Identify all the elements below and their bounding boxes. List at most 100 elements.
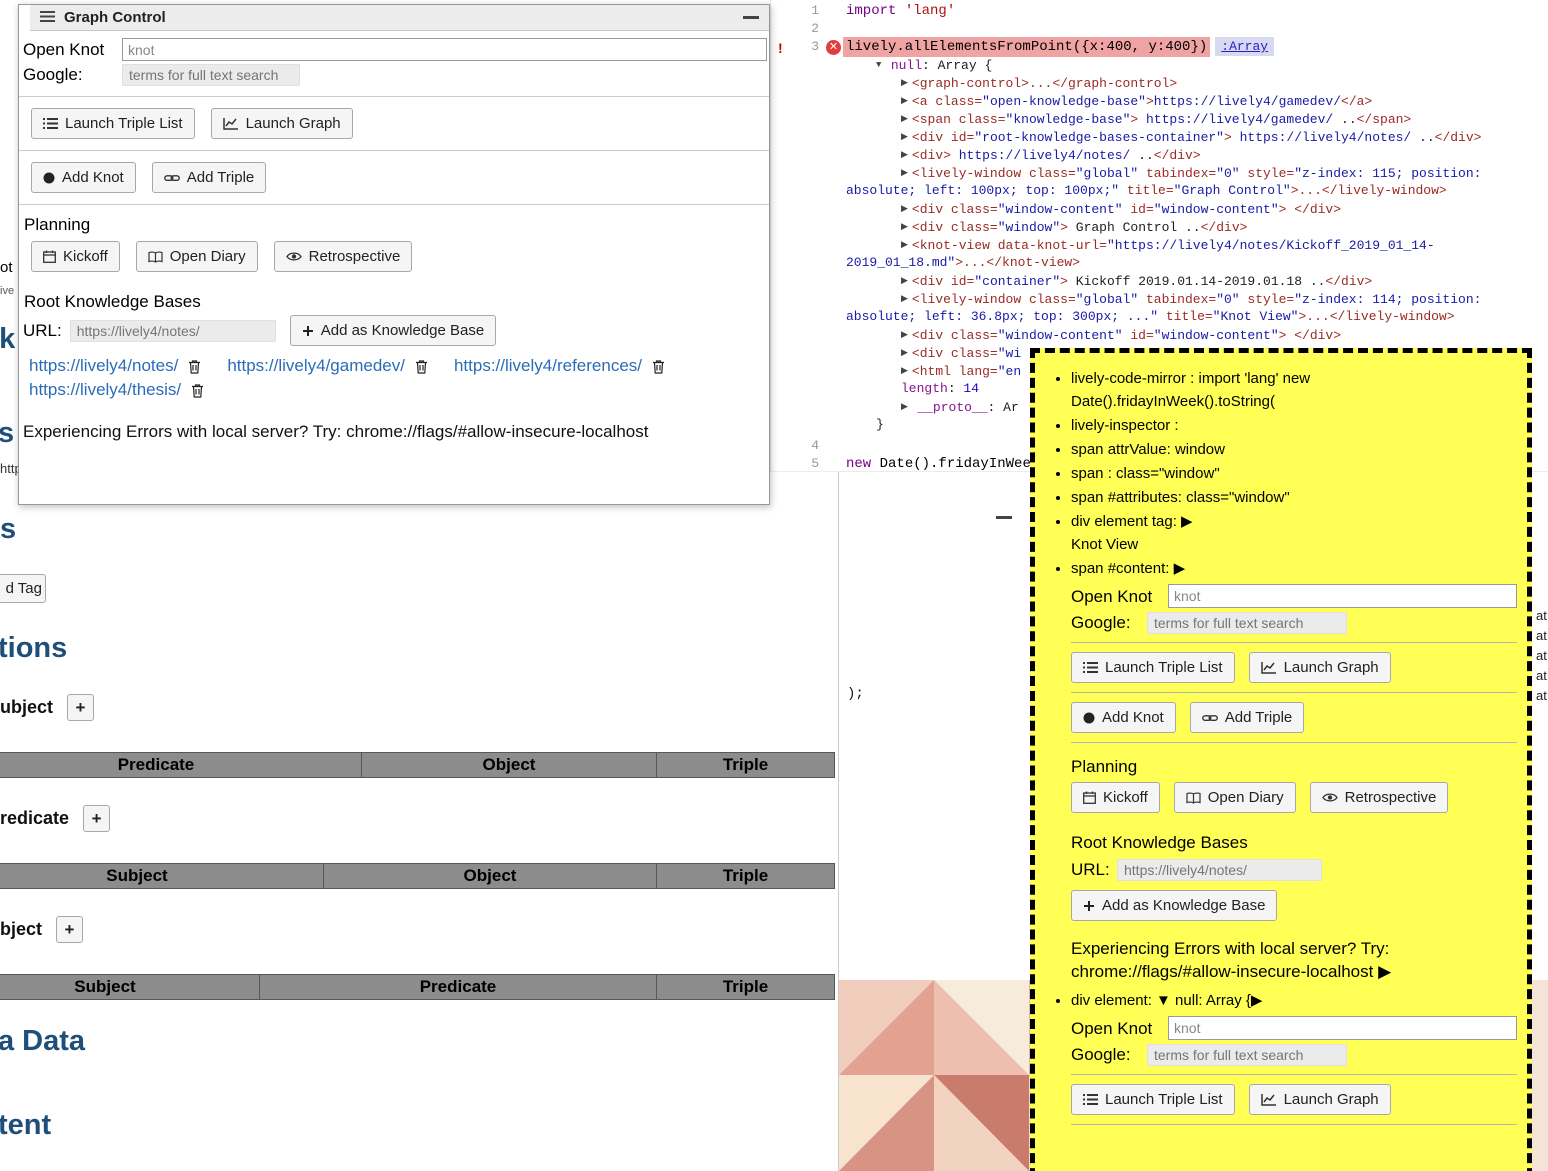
overlay-item[interactable]: div element tag: ▶ Knot View	[1071, 510, 1517, 556]
knowledge-base-link[interactable]: https://lively4/references/	[454, 356, 642, 376]
overlay-item[interactable]: span attrValue: window	[1071, 438, 1517, 461]
knowledge-base-link[interactable]: https://lively4/notes/	[29, 356, 178, 376]
calendar-icon	[43, 250, 56, 263]
code-line-3[interactable]: lively.allElementsFromPoint({x:400, y:40…	[846, 39, 1274, 55]
window-minimize-icon[interactable]	[996, 516, 1012, 519]
table-header-cell: Triple	[656, 974, 835, 1000]
knowledge-base-list: https://lively4/notes/ https://lively4/g…	[29, 356, 767, 400]
open-knot-input[interactable]	[1168, 1016, 1517, 1040]
code-line-1[interactable]: import 'lang'	[846, 3, 955, 19]
inspector-row[interactable]: ▶<div id="container"> Kickoff 2019.01.14…	[846, 272, 1544, 290]
graph-control-body: Open Knot Google: Launch Triple List Lau…	[19, 31, 769, 504]
inspector-row[interactable]: ▶<lively-window class="global" tabindex=…	[846, 290, 1544, 308]
clipped-text-fragment: at	[1536, 688, 1547, 703]
open-knot-input[interactable]	[122, 38, 767, 61]
table-header-cell: Predicate	[0, 752, 362, 778]
inspector-row[interactable]: ▶<graph-control>...</graph-control>	[846, 74, 1544, 92]
inspector-row[interactable]: ▶<knot-view data-knot-url="https://livel…	[846, 236, 1544, 254]
inspector-row[interactable]: ▶<div class="window-content" id="window-…	[846, 326, 1544, 344]
open-diary-button[interactable]: Open Diary	[1174, 782, 1296, 813]
overlay-item[interactable]: span #content: ▶ Open Knot Google: Launc…	[1071, 557, 1517, 983]
trash-icon[interactable]	[191, 383, 204, 398]
inspector-row[interactable]: ▼ null: Array {	[846, 56, 1544, 74]
overlay-item[interactable]: div element: ▼ null: Array {▶ Open Knot …	[1071, 989, 1517, 1125]
list-icon	[1083, 1093, 1098, 1106]
inspector-row[interactable]: ▶<div class="window"> Graph Control ..</…	[846, 218, 1544, 236]
chart-icon	[223, 117, 239, 130]
overlay-item[interactable]: span #attributes: class="window"	[1071, 486, 1517, 509]
predicate-object-table: Predicate Object Triple	[0, 752, 837, 778]
window-titlebar[interactable]: Graph Control	[30, 5, 769, 31]
google-search-input[interactable]	[122, 64, 300, 86]
meta-data-heading-fragment: a Data	[0, 1025, 85, 1058]
retrospective-button[interactable]: Retrospective	[1310, 782, 1449, 813]
inspector-row[interactable]: ▶<div> https://lively4/notes/ ..</div>	[846, 146, 1544, 164]
add-subject-button[interactable]: +	[67, 694, 94, 721]
launch-graph-button[interactable]: Launch Graph	[1249, 652, 1391, 683]
add-object-button[interactable]: +	[56, 916, 83, 943]
overlay-item-continuation: Knot View	[1071, 536, 1138, 553]
knowledge-base-link[interactable]: https://lively4/gamedev/	[227, 356, 405, 376]
local-server-hint: Experiencing Errors with local server? T…	[1071, 937, 1517, 983]
add-subject-row: ubject +	[0, 694, 94, 721]
trash-icon[interactable]	[188, 359, 201, 374]
knowledge-base-item: https://lively4/references/	[454, 356, 665, 376]
inspector-row[interactable]: 2019_01_18.md">...</knot-view>	[846, 254, 1544, 272]
add-knowledge-base-button[interactable]: Add as Knowledge Base	[290, 315, 496, 346]
divider	[1071, 692, 1517, 693]
knowledge-base-link[interactable]: https://lively4/thesis/	[29, 380, 181, 400]
eye-icon	[286, 251, 302, 262]
url-input[interactable]	[1117, 859, 1322, 881]
overlay-item[interactable]: lively-inspector :	[1071, 414, 1517, 437]
clipped-text-fragment: ive	[0, 285, 14, 297]
plus-icon	[1083, 900, 1095, 912]
inspector-row[interactable]: absolute; left: 36.8px; top: 300px; ..."…	[846, 308, 1544, 326]
launch-triple-list-button[interactable]: Launch Triple List	[1071, 1084, 1235, 1115]
overlay-item[interactable]: lively-code-mirror : import 'lang' new D…	[1071, 367, 1517, 413]
highlighted-code: lively.allElementsFromPoint({x:400, y:40…	[843, 37, 1210, 57]
window-menu-icon[interactable]	[40, 9, 55, 27]
open-diary-button[interactable]: Open Diary	[136, 241, 258, 272]
overlay-item[interactable]: span : class="window"	[1071, 462, 1517, 485]
add-knowledge-base-button[interactable]: Add as Knowledge Base	[1071, 890, 1277, 921]
link-icon	[164, 173, 180, 183]
object-label-fragment: bject	[0, 919, 42, 940]
result-type-chip[interactable]: :Array	[1215, 37, 1274, 56]
eye-icon	[1322, 792, 1338, 803]
add-knot-button[interactable]: Add Knot	[1071, 702, 1176, 733]
inspector-row[interactable]: ▶<lively-window class="global" tabindex=…	[846, 164, 1544, 182]
trash-icon[interactable]	[415, 359, 428, 374]
clipped-text-fragment: at	[1536, 648, 1547, 663]
google-search-input[interactable]	[1147, 612, 1347, 634]
subject-label-fragment: ubject	[0, 697, 53, 718]
subject-predicate-table: Subject Predicate Triple	[0, 974, 837, 1000]
window-minimize-icon[interactable]	[743, 16, 759, 19]
kickoff-button[interactable]: Kickoff	[31, 241, 120, 272]
add-tag-button[interactable]: d Tag	[0, 574, 46, 603]
add-triple-button[interactable]: Add Triple	[152, 162, 267, 193]
kickoff-button[interactable]: Kickoff	[1071, 782, 1160, 813]
open-knot-input[interactable]	[1168, 584, 1517, 608]
launch-graph-button[interactable]: Launch Graph	[211, 108, 353, 139]
trash-icon[interactable]	[652, 359, 665, 374]
inspector-row[interactable]: ▶<span class="knowledge-base"> https://l…	[846, 110, 1544, 128]
inspector-row[interactable]: absolute; left: 100px; top: 100px;" titl…	[846, 182, 1544, 200]
launch-triple-list-button[interactable]: Launch Triple List	[31, 108, 195, 139]
add-predicate-row: redicate +	[0, 805, 110, 832]
url-input[interactable]	[70, 320, 276, 342]
launch-triple-list-button[interactable]: Launch Triple List	[1071, 652, 1235, 683]
add-knot-button[interactable]: Add Knot	[31, 162, 136, 193]
add-triple-button[interactable]: Add Triple	[1190, 702, 1305, 733]
google-search-input[interactable]	[1147, 1044, 1347, 1066]
inspector-row[interactable]: ▶<div id="root-knowledge-bases-container…	[846, 128, 1544, 146]
divider	[1071, 1074, 1517, 1075]
inspector-row[interactable]: ▶<div class="window-content" id="window-…	[846, 200, 1544, 218]
launch-graph-button[interactable]: Launch Graph	[1249, 1084, 1391, 1115]
line-number: 1	[771, 3, 819, 18]
open-knot-label: Open Knot	[1071, 1017, 1168, 1040]
url-row: URL: Add as Knowledge Base	[23, 315, 767, 346]
add-predicate-button[interactable]: +	[83, 805, 110, 832]
table-header-cell: Triple	[656, 863, 835, 889]
inspector-row[interactable]: ▶<a class="open-knowledge-base">https://…	[846, 92, 1544, 110]
retrospective-button[interactable]: Retrospective	[274, 241, 413, 272]
